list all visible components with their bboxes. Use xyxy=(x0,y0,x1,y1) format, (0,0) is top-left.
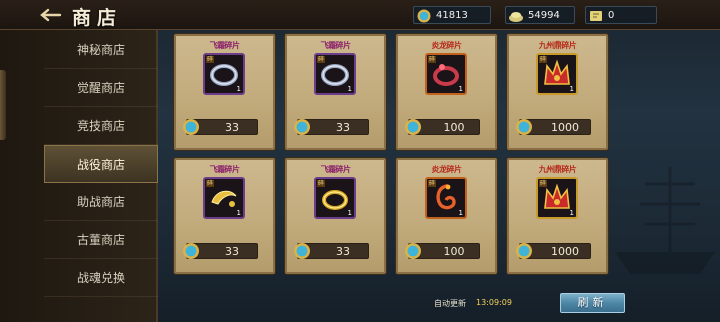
sidebar-item-label: 神秘商店 xyxy=(76,43,125,57)
fragment-tag: 碎 xyxy=(317,180,326,187)
blue-gem-icon xyxy=(405,243,421,259)
blue-gem-icon xyxy=(516,243,532,259)
sidebar-item-assist-shop[interactable]: 助战商店 xyxy=(44,183,158,221)
currency-gem: 41813 xyxy=(413,6,491,24)
item-quantity: 1 xyxy=(347,85,352,93)
shop-item-card[interactable]: 飞霜碎片 碎 1 33 xyxy=(174,34,275,150)
sidebar-item-campaign-shop[interactable]: 战役商店 xyxy=(44,145,158,183)
item-price-value: 100 xyxy=(443,245,465,258)
sidebar-item-soul-exchange[interactable]: 战魂兑换 xyxy=(44,259,158,297)
shop-item-card[interactable]: 炎龙碎片 碎 1 100 xyxy=(396,34,497,150)
top-bar: 商店 41813 54994 0 xyxy=(0,0,720,30)
sidebar-handle[interactable] xyxy=(0,70,6,140)
shop-item-card[interactable]: 飞霜碎片 碎 1 33 xyxy=(174,158,275,274)
blue-gem-icon xyxy=(516,119,532,135)
item-price-value: 33 xyxy=(336,121,350,134)
item-name: 飞霜碎片 xyxy=(209,165,241,174)
shop-item-card[interactable]: 飞霜碎片 碎 1 33 xyxy=(285,34,386,150)
currency-gem-value: 41813 xyxy=(436,9,468,21)
item-price: 1000 xyxy=(516,243,591,259)
ship-silhouette-right xyxy=(615,167,715,274)
item-name: 飞霜碎片 xyxy=(320,165,352,174)
currency-money-value: 54994 xyxy=(528,9,560,21)
sidebar-item-awakening-shop[interactable]: 觉醒商店 xyxy=(44,69,158,107)
sidebar-item-mystery-shop[interactable]: 神秘商店 xyxy=(44,31,158,69)
sidebar-item-antique-shop[interactable]: 古董商店 xyxy=(44,221,158,259)
item-quantity: 1 xyxy=(458,209,463,217)
shop-item-card[interactable]: 九州鼎碎片 碎 1 1000 xyxy=(507,34,608,150)
item-quantity: 1 xyxy=(236,85,241,93)
item-price: 100 xyxy=(405,119,480,135)
currency-ticket: 0 xyxy=(585,6,657,24)
fragment-tag: 碎 xyxy=(428,180,437,187)
item-slot[interactable]: 碎 1 xyxy=(314,53,356,95)
sidebar-item-label: 竞技商店 xyxy=(76,119,125,133)
back-arrow-icon[interactable] xyxy=(38,7,62,23)
item-quantity: 1 xyxy=(236,209,241,217)
currency-ticket-value: 0 xyxy=(608,9,615,21)
fragment-tag: 碎 xyxy=(539,56,548,63)
item-price-value: 100 xyxy=(443,121,465,134)
blue-gem-icon xyxy=(294,243,310,259)
page-title: 商店 xyxy=(72,7,123,29)
sidebar-item-label: 战役商店 xyxy=(76,157,125,172)
item-slot[interactable]: 碎 1 xyxy=(425,53,467,95)
item-slot[interactable]: 碎 1 xyxy=(314,177,356,219)
item-price: 33 xyxy=(183,119,258,135)
item-price-value: 33 xyxy=(225,121,239,134)
item-slot[interactable]: 碎 1 xyxy=(203,177,245,219)
item-name: 九州鼎碎片 xyxy=(538,41,577,50)
item-name: 炎龙碎片 xyxy=(431,41,463,50)
item-slot[interactable]: 碎 1 xyxy=(536,177,578,219)
blue-gem-icon xyxy=(417,9,431,23)
item-price-value: 1000 xyxy=(551,121,579,134)
fragment-tag: 碎 xyxy=(317,56,326,63)
item-price: 33 xyxy=(294,119,369,135)
sidebar-item-label: 觉醒商店 xyxy=(76,81,125,95)
item-price: 33 xyxy=(294,243,369,259)
ticket-icon xyxy=(590,11,602,21)
fragment-tag: 碎 xyxy=(206,56,215,63)
item-name: 飞霜碎片 xyxy=(320,41,352,50)
item-name: 炎龙碎片 xyxy=(431,165,463,174)
fragment-tag: 碎 xyxy=(428,56,437,63)
item-slot[interactable]: 碎 1 xyxy=(203,53,245,95)
item-quantity: 1 xyxy=(569,85,574,93)
item-price: 1000 xyxy=(516,119,591,135)
blue-gem-icon xyxy=(183,243,199,259)
item-quantity: 1 xyxy=(569,209,574,217)
money-icon xyxy=(509,12,523,22)
sidebar-item-label: 古董商店 xyxy=(76,233,125,247)
auto-refresh-label: 自动更新 xyxy=(434,299,466,308)
fragment-tag: 碎 xyxy=(539,180,548,187)
item-price-value: 33 xyxy=(225,245,239,258)
item-quantity: 1 xyxy=(458,85,463,93)
item-price-value: 33 xyxy=(336,245,350,258)
item-quantity: 1 xyxy=(347,209,352,217)
sidebar-item-label: 助战商店 xyxy=(76,195,125,209)
blue-gem-icon xyxy=(294,119,310,135)
shop-item-card[interactable]: 炎龙碎片 碎 1 100 xyxy=(396,158,497,274)
shop-item-card[interactable]: 九州鼎碎片 碎 1 1000 xyxy=(507,158,608,274)
auto-refresh-time: 13:09:09 xyxy=(476,298,512,307)
fragment-tag: 碎 xyxy=(206,180,215,187)
sidebar-item-label: 战魂兑换 xyxy=(76,271,125,285)
refresh-button[interactable]: 刷新 xyxy=(560,293,625,313)
blue-gem-icon xyxy=(405,119,421,135)
item-price: 33 xyxy=(183,243,258,259)
item-name: 飞霜碎片 xyxy=(209,41,241,50)
sidebar-item-arena-shop[interactable]: 竞技商店 xyxy=(44,107,158,145)
item-price: 100 xyxy=(405,243,480,259)
item-slot[interactable]: 碎 1 xyxy=(425,177,467,219)
item-price-value: 1000 xyxy=(551,245,579,258)
blue-gem-icon xyxy=(183,119,199,135)
item-name: 九州鼎碎片 xyxy=(538,165,577,174)
item-slot[interactable]: 碎 1 xyxy=(536,53,578,95)
shop-item-card[interactable]: 飞霜碎片 碎 1 33 xyxy=(285,158,386,274)
currency-money: 54994 xyxy=(505,6,575,24)
